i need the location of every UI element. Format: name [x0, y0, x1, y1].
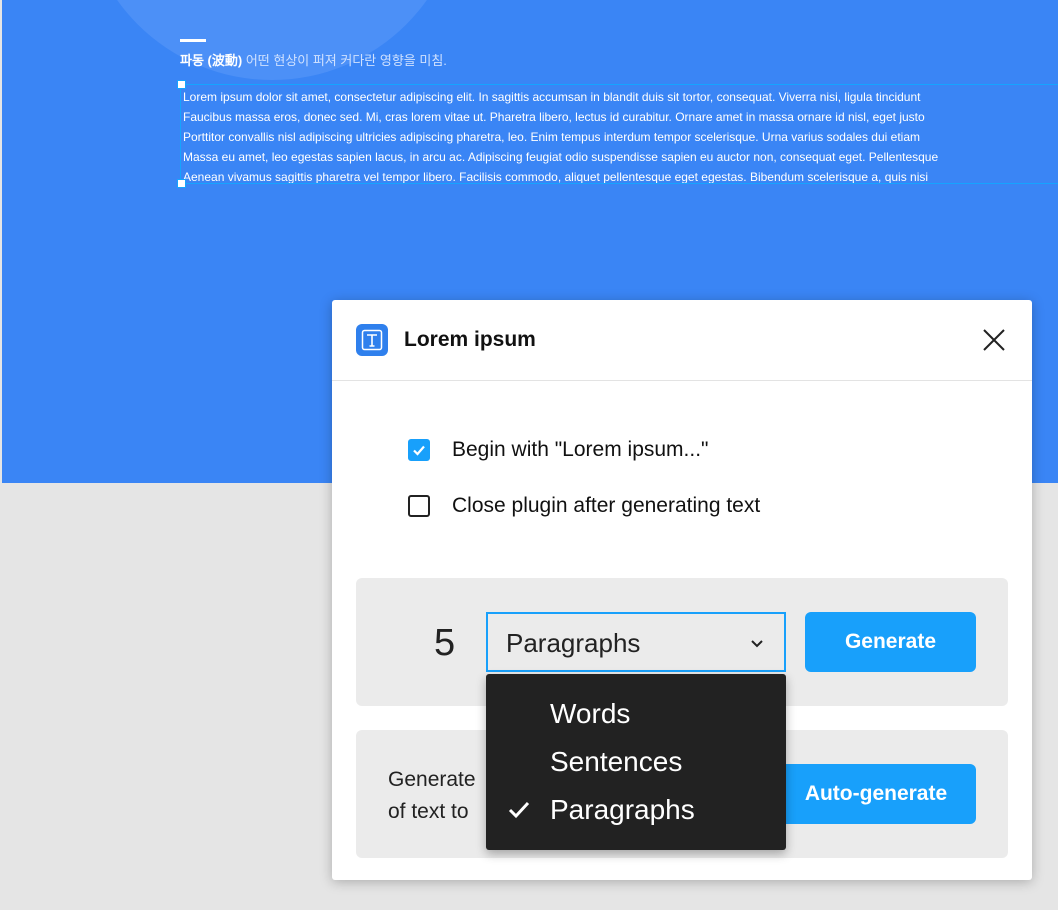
lorem-line: Massa eu amet, leo egestas sapien lacus,…	[183, 150, 939, 164]
dropdown-item-label: Paragraphs	[550, 794, 695, 825]
resize-handle-top-left[interactable]	[177, 80, 186, 89]
generate-button[interactable]: Generate	[805, 612, 976, 672]
auto-generate-description: Generate of text to	[388, 764, 476, 828]
dropdown-item-sentences[interactable]: Sentences	[486, 738, 786, 786]
dialog-title: Lorem ipsum	[404, 328, 536, 351]
lorem-line: Faucibus massa eros, donec sed. Mi, cras…	[183, 110, 925, 124]
begin-lorem-checkbox[interactable]	[408, 439, 430, 461]
selected-text-layer[interactable]: Lorem ipsum dolor sit amet, consectetur …	[180, 84, 1058, 184]
close-after-label: Close plugin after generating text	[452, 494, 761, 517]
close-button[interactable]	[980, 326, 1008, 354]
unit-select-value: Paragraphs	[506, 628, 641, 658]
lorem-line: Aenean vivamus sagittis pharetra vel tem…	[183, 170, 929, 184]
lorem-line: Lorem ipsum dolor sit amet, consectetur …	[183, 90, 921, 104]
unit-select[interactable]: Paragraphs	[486, 612, 786, 672]
dropdown-item-label: Sentences	[550, 746, 683, 777]
unit-dropdown-menu: Words Sentences Paragraphs	[486, 674, 786, 850]
checkmark-icon	[413, 445, 425, 456]
chevron-down-icon	[751, 640, 763, 648]
option-close-after[interactable]: Close plugin after generating text	[408, 494, 760, 518]
caption-bold: 파동 (波動)	[180, 53, 243, 68]
auto-text-line: of text to	[388, 800, 469, 823]
canvas-caption: 파동 (波動) 어떤 현상이 퍼져 커다란 영향을 미침.	[180, 50, 447, 69]
dropdown-item-label: Words	[550, 698, 631, 729]
lorem-line: Porttitor convallis nisl adipiscing ultr…	[183, 130, 920, 144]
checkmark-icon	[508, 801, 530, 819]
auto-generate-button[interactable]: Auto-generate	[776, 764, 976, 824]
text-t-icon	[356, 324, 388, 356]
dropdown-item-words[interactable]: Words	[486, 690, 786, 738]
option-begin-lorem[interactable]: Begin with "Lorem ipsum..."	[408, 438, 709, 462]
close-after-checkbox[interactable]	[408, 495, 430, 517]
caption-dash	[180, 39, 206, 42]
close-icon	[983, 329, 1005, 351]
resize-handle-bottom-left[interactable]	[177, 179, 186, 188]
auto-text-line: Generate	[388, 768, 476, 791]
begin-lorem-label: Begin with "Lorem ipsum..."	[452, 438, 709, 461]
dropdown-item-paragraphs[interactable]: Paragraphs	[486, 786, 786, 834]
dialog-header: Lorem ipsum	[332, 300, 1032, 381]
caption-rest: 어떤 현상이 퍼져 커다란 영향을 미침.	[245, 53, 447, 68]
count-input[interactable]: 5	[434, 622, 455, 665]
